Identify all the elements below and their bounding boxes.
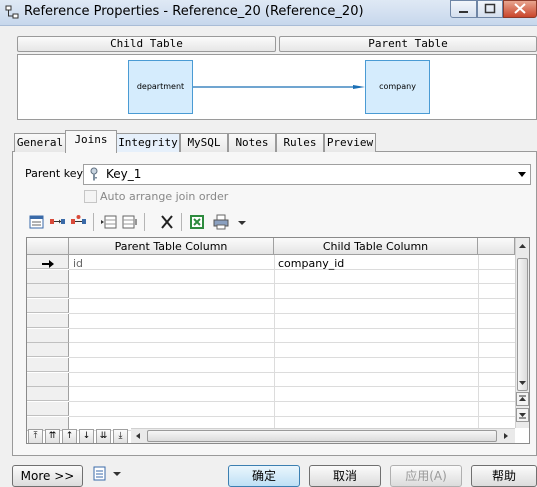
row-header[interactable]	[27, 387, 69, 402]
toolbar-separator	[144, 213, 145, 231]
tab-joins[interactable]: Joins	[65, 130, 117, 153]
insert-row-icon[interactable]	[100, 213, 118, 231]
row-header[interactable]	[27, 313, 69, 328]
ok-button[interactable]: 确定	[228, 465, 300, 487]
print-icon[interactable]	[212, 213, 230, 231]
reference-diagram: department company	[17, 54, 537, 120]
row-header[interactable]	[27, 343, 69, 358]
auto-arrange-checkbox[interactable]	[84, 190, 97, 203]
minimize-icon	[459, 11, 468, 13]
move-up-button[interactable]: ↑	[62, 429, 77, 443]
joins-toolbar	[26, 210, 256, 234]
row-header[interactable]	[27, 284, 69, 299]
migrate-columns-icon[interactable]	[70, 213, 88, 231]
grid-line	[69, 386, 515, 388]
grid-line	[69, 283, 515, 285]
apply-button[interactable]: 应用(A)	[390, 465, 462, 487]
child-column-cell[interactable]: company_id	[275, 257, 475, 271]
chevron-down-icon[interactable]	[112, 470, 122, 478]
delete-icon[interactable]	[158, 213, 176, 231]
move-down-button[interactable]: ↓	[79, 429, 94, 443]
grid-line	[69, 327, 515, 329]
row-header[interactable]	[27, 328, 69, 343]
grid-line	[69, 401, 515, 402]
properties-icon[interactable]	[28, 213, 46, 231]
toolbar-separator	[181, 213, 182, 231]
row-header[interactable]	[27, 299, 69, 314]
auto-arrange-label: Auto arrange join order	[100, 190, 229, 203]
extra-column-header	[478, 238, 515, 255]
close-button[interactable]	[503, 0, 537, 18]
scroll-left-icon[interactable]	[133, 431, 143, 441]
tab-rules[interactable]: Rules	[276, 133, 324, 152]
add-row-icon[interactable]	[121, 213, 139, 231]
cancel-button[interactable]: 取消	[309, 465, 381, 487]
grid-line	[69, 371, 515, 373]
tab-preview[interactable]: Preview	[324, 133, 376, 152]
grid-corner	[27, 238, 69, 255]
joins-grid: Parent Table Column Child Table Column i…	[26, 237, 530, 444]
move-page-up-button[interactable]: ⇈	[45, 429, 60, 443]
child-table-header: Child Table	[17, 36, 276, 52]
vertical-scroll-thumb[interactable]	[517, 258, 528, 391]
grid-line	[69, 298, 515, 300]
child-column-header[interactable]: Child Table Column	[274, 238, 478, 255]
column-divider	[478, 255, 479, 428]
grid-line	[69, 312, 515, 314]
grid-line	[69, 415, 515, 417]
minimize-button[interactable]	[450, 0, 477, 18]
scroll-right-icon[interactable]	[501, 431, 511, 441]
row-header[interactable]	[27, 402, 69, 416]
move-to-top-button[interactable]: ⤒	[28, 429, 43, 443]
tab-notes[interactable]: Notes	[228, 133, 276, 152]
maximize-button[interactable]	[477, 0, 503, 18]
tab-general[interactable]: General	[14, 133, 66, 152]
horizontal-scroll-thumb[interactable]	[147, 430, 497, 442]
scroll-bottom-icon[interactable]	[516, 408, 529, 422]
close-icon	[514, 3, 526, 14]
chevron-down-icon	[518, 172, 526, 177]
reference-icon	[5, 5, 19, 19]
parent-column-header[interactable]: Parent Table Column	[69, 238, 274, 255]
parent-key-label: Parent key:	[25, 167, 86, 180]
window-title: Reference Properties - Reference_20 (Ref…	[24, 4, 364, 19]
toolbar-separator	[93, 213, 94, 231]
row-header[interactable]	[27, 372, 69, 387]
parent-table-header: Parent Table	[279, 36, 537, 52]
move-to-bottom-button[interactable]: ⤓	[113, 429, 128, 443]
more-button[interactable]: More >>	[12, 465, 83, 487]
grid-line	[69, 356, 515, 358]
menu-icon[interactable]	[92, 466, 108, 481]
help-button[interactable]: 帮助	[471, 465, 537, 487]
key-icon	[90, 167, 98, 181]
tab-integrity[interactable]: Integrity	[116, 133, 180, 152]
maximize-icon	[484, 3, 496, 14]
row-header[interactable]	[27, 357, 69, 372]
scroll-down-icon[interactable]	[517, 378, 528, 388]
scroll-top-icon[interactable]	[516, 392, 529, 406]
scroll-up-icon[interactable]	[517, 241, 528, 251]
excel-icon[interactable]	[188, 213, 206, 231]
parent-key-select[interactable]: Key_1	[83, 164, 531, 185]
parent-table-box: company	[365, 60, 430, 114]
parent-key-value: Key_1	[106, 167, 142, 181]
reuse-columns-icon[interactable]	[49, 213, 67, 231]
parent-column-cell[interactable]: id	[70, 257, 270, 271]
child-table-box: department	[128, 60, 193, 114]
move-page-down-button[interactable]: ⇊	[96, 429, 111, 443]
current-row-arrow-icon	[42, 260, 54, 268]
reference-arrow	[193, 85, 365, 89]
column-divider	[274, 255, 275, 428]
grid-line	[69, 342, 515, 344]
tab-mysql[interactable]: MySQL	[180, 133, 228, 152]
row-header[interactable]	[27, 269, 69, 284]
chevron-down-icon[interactable]	[233, 213, 251, 231]
